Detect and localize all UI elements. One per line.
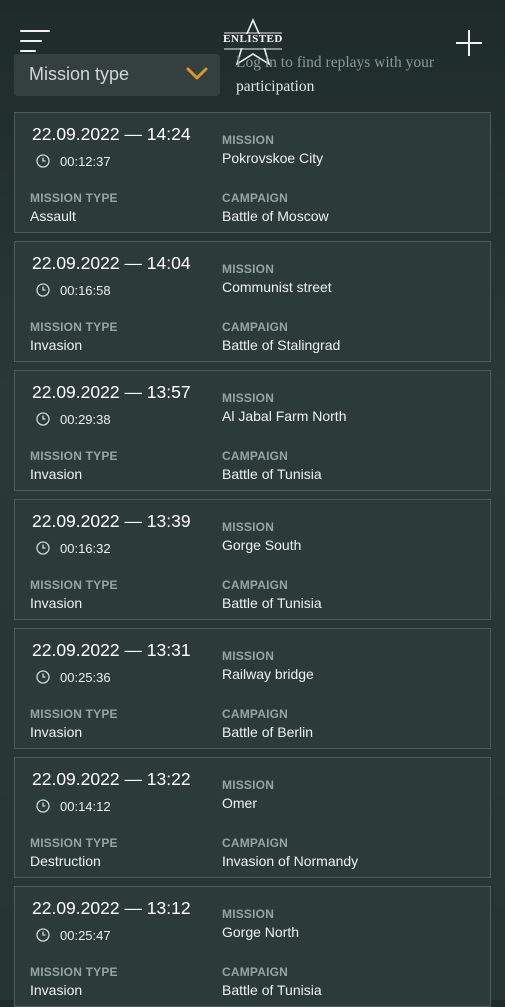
replay-duration: 00:16:58 (60, 283, 111, 298)
mission-label: MISSION (222, 520, 275, 534)
mission-type-label: MISSION TYPE (30, 578, 118, 592)
campaign-value: Battle of Tunisia (222, 466, 322, 482)
replay-datetime: 22.09.2022 — 13:39 (32, 511, 191, 531)
mission-type-label: MISSION TYPE (30, 320, 118, 334)
mission-name: Al Jabal Farm North (222, 408, 347, 424)
clock-icon (36, 799, 50, 813)
replay-duration: 00:25:36 (60, 670, 111, 685)
campaign-value: Battle of Tunisia (222, 982, 322, 998)
login-hint-line1: Log in to find replays with your (236, 54, 435, 71)
mission-name: Omer (222, 795, 257, 811)
mission-name: Gorge South (222, 537, 302, 553)
mission-type-value: Invasion (30, 724, 83, 740)
mission-label: MISSION (222, 391, 275, 405)
replay-card[interactable]: 22.09.2022 — 13:31 00:25:36 MISSION Rail… (14, 628, 491, 749)
campaign-value: Invasion of Normandy (222, 853, 359, 869)
replay-card[interactable]: 22.09.2022 — 13:12 00:25:47 MISSION Gorg… (14, 886, 491, 1007)
mission-name: Railway bridge (222, 666, 314, 682)
replay-datetime: 22.09.2022 — 13:22 (32, 769, 191, 789)
mission-type-value: Invasion (30, 595, 83, 611)
mission-type-dropdown[interactable]: Mission type (14, 54, 220, 96)
mission-type-label: MISSION TYPE (30, 191, 118, 205)
replay-card[interactable]: 22.09.2022 — 14:04 00:16:58 MISSION Comm… (14, 241, 491, 362)
replay-duration: 00:25:47 (60, 928, 111, 943)
campaign-value: Battle of Stalingrad (222, 337, 341, 353)
login-hint-text: Log in to find replays with your partici… (236, 51, 466, 99)
replay-card[interactable]: 22.09.2022 — 14:24 00:12:37 MISSION Pokr… (14, 112, 491, 233)
mission-type-label: MISSION TYPE (30, 449, 118, 463)
replay-datetime: 22.09.2022 — 13:57 (32, 382, 191, 402)
replay-datetime: 22.09.2022 — 14:04 (32, 253, 191, 273)
campaign-label: CAMPAIGN (222, 320, 289, 334)
mission-type-value: Destruction (30, 853, 101, 869)
logo-text: ENLISTED (223, 33, 283, 45)
clock-icon (36, 154, 50, 168)
campaign-value: Battle of Tunisia (222, 595, 322, 611)
mission-type-label: MISSION TYPE (30, 707, 118, 721)
clock-icon (36, 412, 50, 426)
replay-duration: 00:12:37 (60, 154, 111, 169)
campaign-label: CAMPAIGN (222, 965, 289, 979)
mission-label: MISSION (222, 778, 275, 792)
mission-label: MISSION (222, 649, 275, 663)
replay-card[interactable]: 22.09.2022 — 13:57 00:29:38 MISSION Al J… (14, 370, 491, 491)
campaign-label: CAMPAIGN (222, 191, 289, 205)
replay-datetime: 22.09.2022 — 13:31 (32, 640, 191, 660)
clock-icon (36, 283, 50, 297)
replay-duration: 00:14:12 (60, 799, 111, 814)
replay-card[interactable]: 22.09.2022 — 13:39 00:16:32 MISSION Gorg… (14, 499, 491, 620)
replay-datetime: 22.09.2022 — 14:24 (32, 124, 191, 144)
mission-name: Communist street (222, 279, 332, 295)
clock-icon (36, 928, 50, 942)
mission-type-label: MISSION TYPE (30, 836, 118, 850)
mission-label: MISSION (222, 133, 275, 147)
replay-datetime: 22.09.2022 — 13:12 (32, 898, 191, 918)
replay-card[interactable]: 22.09.2022 — 13:22 00:14:12 MISSION Omer… (14, 757, 491, 878)
mission-type-dropdown-label: Mission type (29, 64, 130, 84)
mission-type-label: MISSION TYPE (30, 965, 118, 979)
mission-type-value: Invasion (30, 337, 83, 353)
campaign-label: CAMPAIGN (222, 578, 289, 592)
mission-type-value: Invasion (30, 466, 83, 482)
replay-duration: 00:16:32 (60, 541, 111, 556)
chevron-down-icon (186, 67, 208, 86)
mission-label: MISSION (222, 907, 275, 921)
campaign-label: CAMPAIGN (222, 707, 289, 721)
mission-type-value: Invasion (30, 982, 83, 998)
replay-duration: 00:29:38 (60, 412, 111, 427)
mission-name: Gorge North (222, 924, 300, 940)
top-bar: ENLISTED Mission type Log in to find rep… (0, 0, 505, 105)
campaign-value: Battle of Berlin (222, 724, 314, 740)
campaign-label: CAMPAIGN (222, 449, 289, 463)
clock-icon (36, 541, 50, 555)
clock-icon (36, 670, 50, 684)
login-hint-line2: participation (236, 78, 315, 95)
campaign-value: Battle of Moscow (222, 208, 329, 224)
mission-type-value: Assault (30, 208, 76, 224)
mission-label: MISSION (222, 262, 275, 276)
mission-name: Pokrovskoe City (222, 150, 324, 166)
hamburger-menu-icon[interactable] (20, 27, 50, 55)
campaign-label: CAMPAIGN (222, 836, 289, 850)
